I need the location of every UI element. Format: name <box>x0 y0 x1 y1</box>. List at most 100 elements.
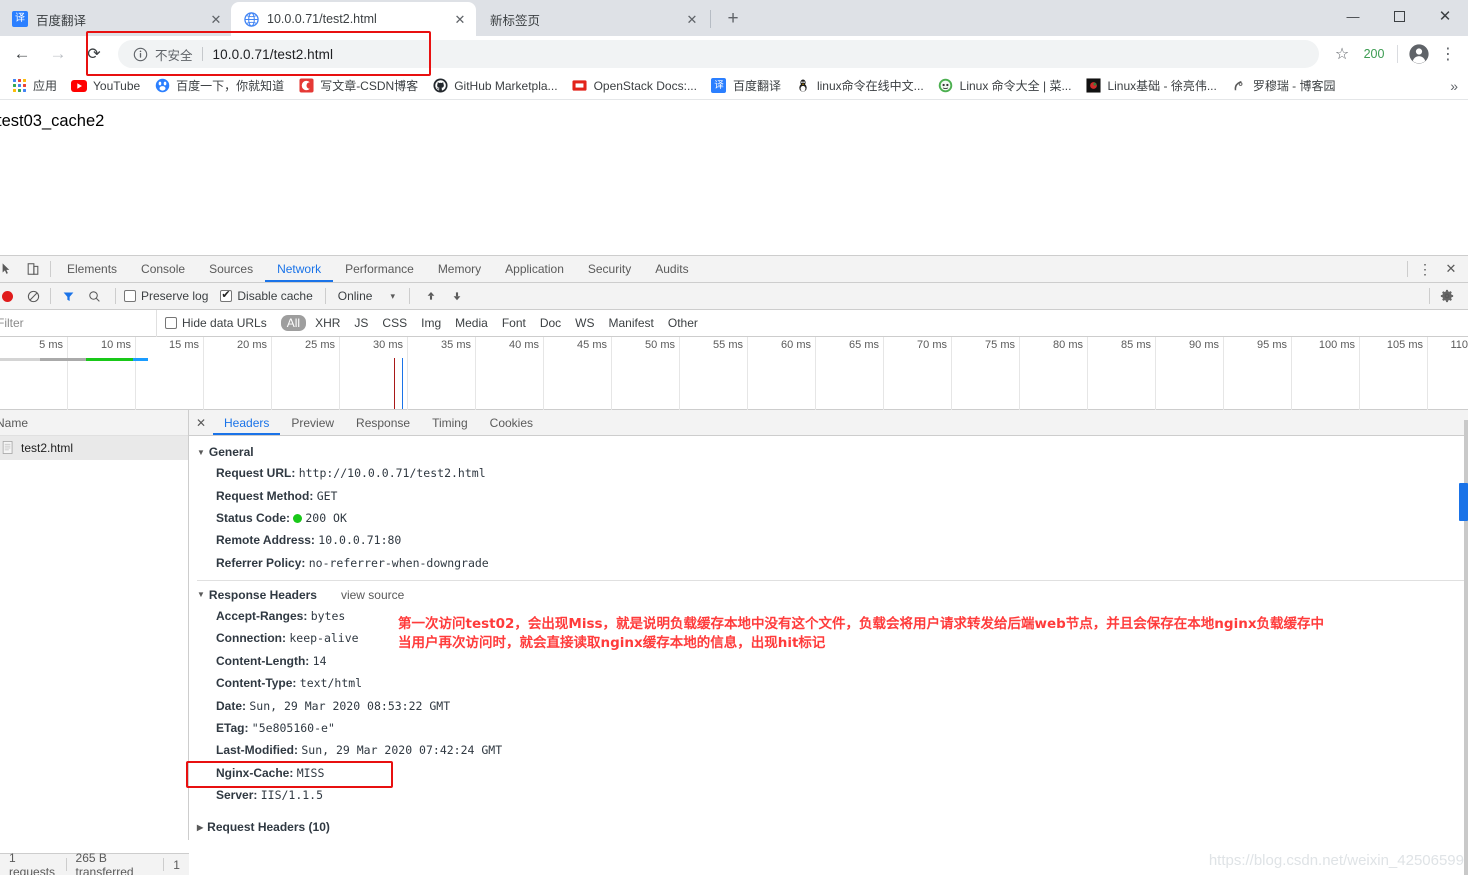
timeline-tick: 35 ms <box>441 339 471 351</box>
headers-content: ▼ General Request URL: http://10.0.0.71/… <box>189 436 1468 840</box>
header-value: GET <box>316 488 338 503</box>
detail-tab-response[interactable]: Response <box>345 410 421 435</box>
disable-cache-checkbox[interactable]: Disable cache <box>220 288 313 303</box>
detail-tab-headers[interactable]: Headers <box>213 410 280 435</box>
general-section-header[interactable]: ▼ General <box>189 442 1468 462</box>
devtools-tab-network[interactable]: Network <box>265 256 333 282</box>
download-arrow-icon[interactable] <box>444 283 470 309</box>
filter-type-font[interactable]: Font <box>495 316 533 330</box>
inspect-cursor-icon[interactable] <box>0 256 20 282</box>
hide-data-urls-checkbox[interactable]: Hide data URLs <box>165 316 267 330</box>
devtools-tab-security[interactable]: Security <box>576 256 643 282</box>
header-name: Referrer Policy: <box>216 555 306 570</box>
bookmark-runoob[interactable]: Linux 命令大全 | 菜... <box>931 74 1079 98</box>
bookmark-baidu[interactable]: 百度一下，你就知道 <box>147 74 291 98</box>
request-headers-section-header[interactable]: ▶ Request Headers (10) <box>189 806 1468 837</box>
github-icon <box>432 78 448 94</box>
header-value: text/html <box>299 676 363 691</box>
back-button[interactable]: ← <box>6 38 38 70</box>
devtools-tab-application[interactable]: Application <box>493 256 576 282</box>
vertical-scrollbar-thumb[interactable] <box>1459 483 1468 521</box>
bookmark-apps[interactable]: 应用 <box>4 74 64 98</box>
info-circle-icon[interactable] <box>132 46 148 62</box>
filter-type-all[interactable]: All <box>280 315 307 331</box>
filter-input[interactable]: Filter <box>0 309 157 337</box>
detail-tab-timing[interactable]: Timing <box>421 410 479 435</box>
gear-icon[interactable] <box>1434 283 1460 309</box>
devtools-tab-audits[interactable]: Audits <box>643 256 700 282</box>
filter-type-xhr[interactable]: XHR <box>308 316 347 330</box>
bookmark-cnblogs[interactable]: 罗穆瑞 - 博客园 <box>1224 74 1343 98</box>
reload-button[interactable]: ⟳ <box>78 38 110 70</box>
preserve-log-checkbox[interactable]: Preserve log <box>124 289 208 303</box>
header-value: MISS <box>296 765 325 780</box>
record-dot-icon[interactable] <box>0 283 20 309</box>
table-row[interactable]: test2.html <box>0 436 188 460</box>
new-tab-button[interactable]: + <box>719 5 747 33</box>
network-timeline-overview[interactable]: 5 ms 10 ms 15 ms 20 ms 25 ms 30 ms 35 ms… <box>0 337 1468 410</box>
browser-tab-baidu-translate[interactable]: 译 百度翻译 ✕ <box>0 2 232 36</box>
filter-type-js[interactable]: JS <box>347 316 375 330</box>
bookmark-star-icon[interactable]: ☆ <box>1327 39 1357 69</box>
search-icon[interactable] <box>81 283 107 309</box>
status-extra: 1 <box>173 857 180 872</box>
detail-tab-cookies[interactable]: Cookies <box>479 410 544 435</box>
forward-button[interactable]: → <box>42 38 74 70</box>
devtools-tab-memory[interactable]: Memory <box>426 256 493 282</box>
clear-icon[interactable] <box>20 283 46 309</box>
upload-arrow-icon[interactable] <box>418 283 444 309</box>
address-bar[interactable]: 不安全 10.0.0.71/test2.html <box>118 40 1319 68</box>
tab-close-icon[interactable]: ✕ <box>450 9 470 29</box>
bookmark-openstack[interactable]: OpenStack Docs:... <box>565 74 704 98</box>
bookmark-baidu-translate[interactable]: 译 百度翻译 <box>704 74 788 98</box>
devtools-tab-sources[interactable]: Sources <box>197 256 265 282</box>
bookmark-youtube[interactable]: YouTube <box>64 74 147 98</box>
bookmark-csdn[interactable]: 写文章-CSDN博客 <box>291 74 425 98</box>
header-value: 10.0.0.71:80 <box>318 533 402 548</box>
bookmark-github[interactable]: GitHub Marketpla... <box>425 74 564 98</box>
filter-type-img[interactable]: Img <box>414 316 448 330</box>
header-name: Server: <box>216 788 258 803</box>
maximize-button[interactable] <box>1376 0 1422 32</box>
timeline-tick: 100 ms <box>1318 339 1355 351</box>
filter-type-css[interactable]: CSS <box>375 316 414 330</box>
view-source-link[interactable]: view source <box>341 588 404 602</box>
disable-cache-label: Disable cache <box>237 289 313 303</box>
browser-tab-newtab[interactable]: 新标签页 ✕ <box>476 2 708 36</box>
close-window-button[interactable]: ✕ <box>1422 0 1468 32</box>
minimize-button[interactable]: — <box>1330 0 1376 32</box>
throttle-dropdown[interactable]: Online ▾ <box>338 289 395 303</box>
devtools-tab-performance[interactable]: Performance <box>333 256 426 282</box>
header-row: Server: IIS/1.1.5 <box>189 784 1468 806</box>
detail-tab-preview[interactable]: Preview <box>280 410 345 435</box>
devtools-close-icon[interactable]: ✕ <box>1438 256 1464 282</box>
devtools-tab-elements[interactable]: Elements <box>55 256 129 282</box>
cnblogs-icon <box>1231 78 1247 94</box>
controls-right <box>1425 283 1468 309</box>
filter-type-manifest[interactable]: Manifest <box>602 316 661 330</box>
browser-menu-icon[interactable]: ⋮ <box>1434 39 1462 69</box>
filter-type-ws[interactable]: WS <box>568 316 601 330</box>
timeline-tick: 55 ms <box>713 339 743 351</box>
browser-toolbar: ← → ⟳ 不安全 10.0.0.71/test2.html ☆ 200 ⋮ <box>0 36 1468 72</box>
account-icon[interactable] <box>1404 39 1434 69</box>
devtools-tab-console[interactable]: Console <box>129 256 197 282</box>
devtools-more-icon[interactable]: ⋮ <box>1412 256 1438 282</box>
filter-type-other[interactable]: Other <box>661 316 705 330</box>
device-toolbar-icon[interactable] <box>20 256 46 282</box>
header-row: Referrer Policy: no-referrer-when-downgr… <box>189 552 1468 574</box>
tab-close-icon[interactable]: ✕ <box>682 9 702 29</box>
detail-close-icon[interactable]: ✕ <box>189 410 213 436</box>
browser-tab-test2[interactable]: 10.0.0.71/test2.html ✕ <box>231 2 476 36</box>
header-name: Content-Length: <box>216 653 310 668</box>
tab-close-icon[interactable]: ✕ <box>206 9 226 29</box>
extension-badge[interactable]: 200 <box>1357 47 1391 61</box>
response-headers-section-header[interactable]: ▼ Response Headers view source <box>189 585 1468 605</box>
bookmark-linux-cmd[interactable]: linux命令在线中文... <box>788 74 931 98</box>
funnel-icon[interactable] <box>55 283 81 309</box>
bookmark-linux-basics[interactable]: Linux基础 - 徐亮伟... <box>1078 74 1223 98</box>
filter-type-media[interactable]: Media <box>448 316 495 330</box>
bookmarks-overflow-icon[interactable]: » <box>1450 78 1468 94</box>
apps-grid-icon <box>11 78 27 94</box>
filter-type-doc[interactable]: Doc <box>533 316 568 330</box>
